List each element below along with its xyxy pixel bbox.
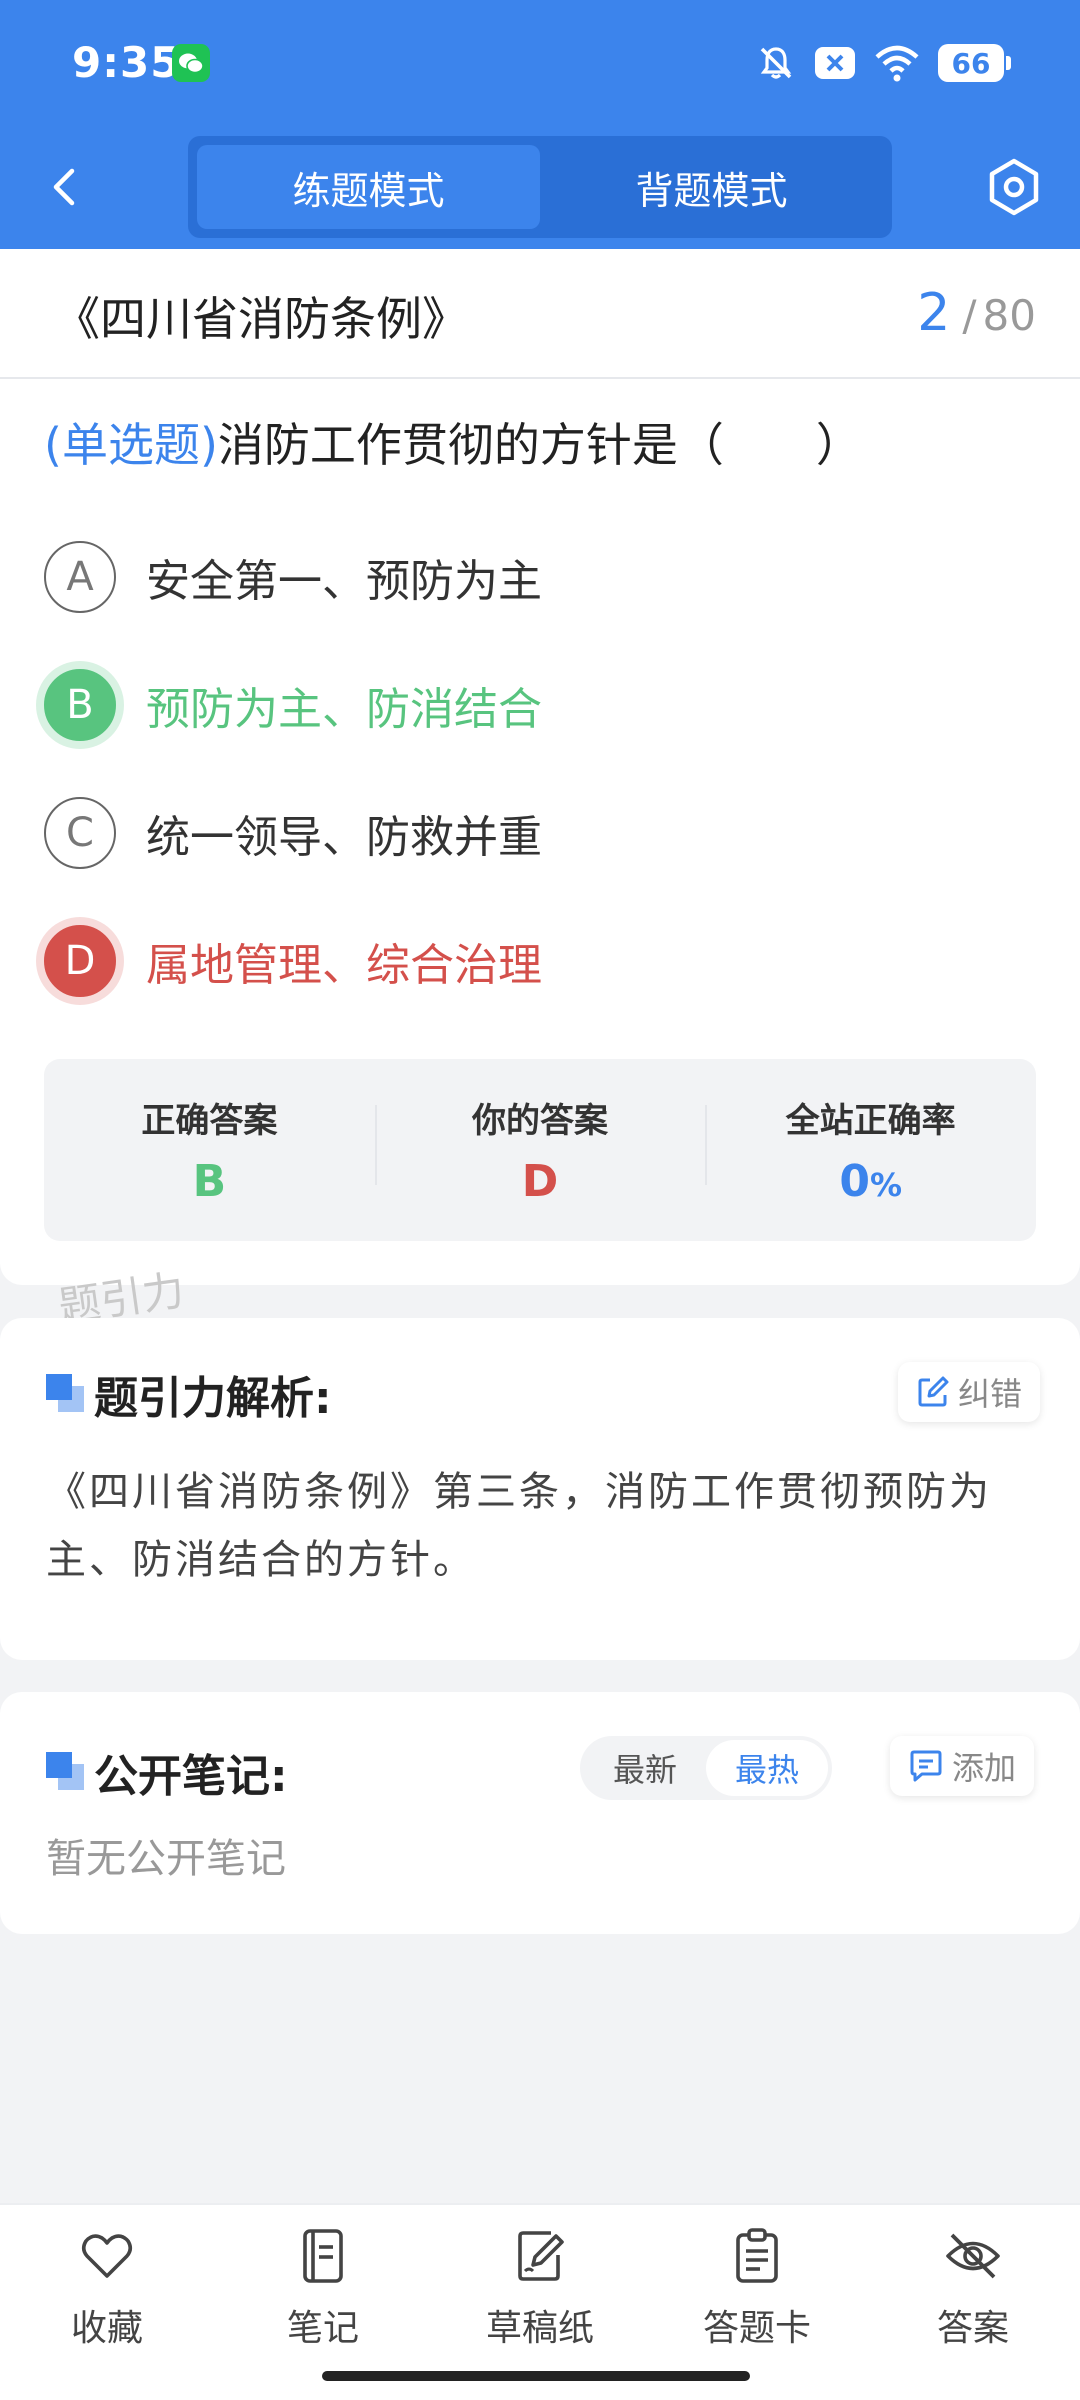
add-note-label: 添加 xyxy=(952,1749,1017,1787)
option-a-text: 安全第一、预防为主 xyxy=(146,556,542,607)
tab-memorize-mode[interactable]: 背题模式 xyxy=(540,145,883,229)
notification-close-icon xyxy=(815,47,855,79)
eye-off-icon xyxy=(946,2233,1000,2279)
heart-icon xyxy=(81,2234,133,2278)
tab-practice-mode[interactable]: 练题模式 xyxy=(197,145,540,229)
section-squares-icon xyxy=(46,1374,86,1414)
draft-label: 草稿纸 xyxy=(485,2308,594,2349)
option-b[interactable]: B 预防为主、防消结合 xyxy=(44,667,542,743)
doc-title: 《四川省消防条例》 xyxy=(54,292,468,346)
option-a-letter: A xyxy=(44,541,116,613)
status-time: 9:35 xyxy=(72,38,181,87)
stat-rate-value: 0 xyxy=(839,1156,870,1207)
option-d-letter: D xyxy=(44,925,116,997)
analysis-title: 题引力解析: xyxy=(94,1373,332,1424)
battery-level: 66 xyxy=(951,46,991,80)
option-d[interactable]: D 属地管理、综合治理 xyxy=(44,923,542,999)
stat-site-accuracy: 全站正确率 0% xyxy=(705,1093,1036,1207)
notes-sort-toggle: 最新 最热 xyxy=(580,1736,832,1800)
back-arrow-icon[interactable] xyxy=(38,159,94,215)
analysis-card: 题引力解析: 纠错 《四川省消防条例》第三条，消防工作贯彻预防为主、防消结合的方… xyxy=(0,1318,1080,1660)
stat-rate-unit: % xyxy=(869,1166,903,1204)
question-type: (单选题) xyxy=(44,418,218,472)
notes-title: 公开笔记: xyxy=(94,1751,288,1802)
page-counter: 2 / 80 xyxy=(917,283,1036,343)
tab-practice-label: 练题模式 xyxy=(292,168,445,213)
bottom-item-favorite[interactable]: 收藏 xyxy=(32,2227,182,2351)
stat-your-answer: 你的答案 D xyxy=(374,1093,706,1207)
public-notes-card: 公开笔记: 最新 最热 添加 暂无公开笔记 xyxy=(0,1692,1080,1934)
home-indicator[interactable] xyxy=(322,2371,750,2381)
tab-memorize-label: 背题模式 xyxy=(635,168,788,213)
empty-notes-text: 暂无公开笔记 xyxy=(46,1836,286,1882)
question-body: 消防工作贯彻的方针是（ ） xyxy=(217,418,862,472)
add-note-button[interactable]: 添加 xyxy=(890,1736,1035,1796)
page-separator: / xyxy=(962,291,977,340)
favorite-label: 收藏 xyxy=(70,2308,143,2349)
stat-yours-value: D xyxy=(521,1156,559,1207)
settings-icon[interactable] xyxy=(982,155,1046,219)
wechat-notification-icon xyxy=(172,44,210,82)
stat-correct-answer: 正确答案 B xyxy=(44,1093,375,1207)
wifi-icon xyxy=(875,45,919,82)
bottom-item-draft[interactable]: 草稿纸 xyxy=(465,2227,615,2351)
option-c-text: 统一领导、防救并重 xyxy=(146,812,542,863)
battery-indicator: 66 xyxy=(938,44,1011,82)
report-error-button[interactable]: 纠错 xyxy=(898,1362,1041,1422)
question-text: (单选题)消防工作贯彻的方针是（ ） xyxy=(44,409,862,475)
status-icons: 66 xyxy=(756,40,1011,86)
stat-rate-label: 全站正确率 xyxy=(785,1101,956,1141)
bottom-item-notes[interactable]: 笔记 xyxy=(248,2227,398,2351)
notes-label: 笔记 xyxy=(286,2308,359,2349)
section-squares-icon xyxy=(46,1752,86,1792)
notebook-icon xyxy=(303,2229,343,2283)
title-row: 《四川省消防条例》 2 / 80 xyxy=(0,249,1080,379)
bottom-item-answer[interactable]: 答案 xyxy=(898,2227,1048,2351)
stat-rate-value-row: 0% xyxy=(705,1156,1036,1207)
mode-switch: 练题模式 背题模式 xyxy=(188,136,892,238)
answer-stats: 正确答案 B 你的答案 D 全站正确率 0% xyxy=(44,1059,1036,1241)
comment-icon xyxy=(910,1750,942,1782)
report-error-label: 纠错 xyxy=(958,1375,1023,1413)
analysis-text: 《四川省消防条例》第三条，消防工作贯彻预防为主、防消结合的方针。 xyxy=(46,1469,992,1583)
option-d-text: 属地管理、综合治理 xyxy=(146,940,542,991)
sort-latest-button[interactable]: 最新 xyxy=(584,1740,706,1796)
draft-pen-icon xyxy=(518,2231,564,2281)
answer-sheet-icon xyxy=(736,2228,778,2283)
option-b-letter: B xyxy=(44,669,116,741)
page-total: 80 xyxy=(982,291,1036,340)
stat-yours-label: 你的答案 xyxy=(472,1101,608,1141)
mute-bell-icon xyxy=(760,47,792,79)
edit-icon xyxy=(918,1376,949,1407)
answer-label: 答案 xyxy=(936,2308,1009,2349)
option-c[interactable]: C 统一领导、防救并重 xyxy=(44,795,542,871)
question-card: 《四川省消防条例》 2 / 80 (单选题)消防工作贯彻的方针是（ ） A 安全… xyxy=(0,249,1080,1285)
option-a[interactable]: A 安全第一、预防为主 xyxy=(44,539,542,615)
answer-sheet-label: 答题卡 xyxy=(702,2308,811,2349)
option-b-text: 预防为主、防消结合 xyxy=(146,684,542,735)
nav-bar: 练题模式 背题模式 xyxy=(0,125,1080,249)
stat-correct-label: 正确答案 xyxy=(141,1101,278,1141)
option-c-letter: C xyxy=(44,797,116,869)
header: 9:35 66 练题模式 背题模式 xyxy=(0,0,1080,249)
page-current: 2 xyxy=(917,283,951,343)
status-bar: 9:35 66 xyxy=(0,0,1080,125)
bottom-item-answer-sheet[interactable]: 答题卡 xyxy=(682,2227,832,2351)
sort-hot-button[interactable]: 最热 xyxy=(706,1740,828,1796)
stat-correct-value: B xyxy=(192,1156,227,1207)
